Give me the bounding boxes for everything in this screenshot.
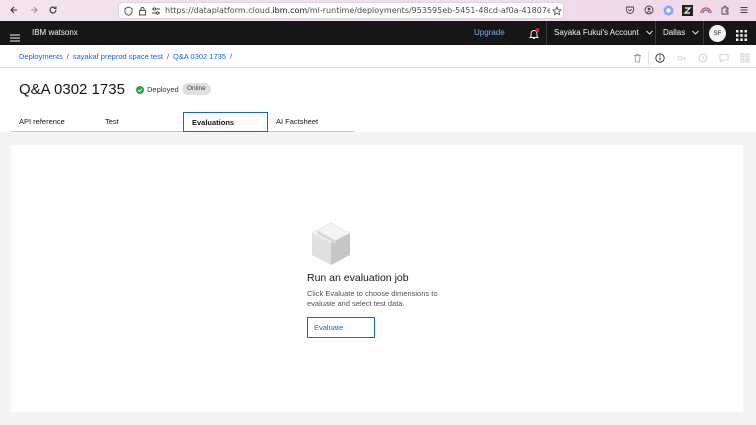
browser-menu-icon[interactable]: [738, 4, 750, 16]
info-icon[interactable]: [655, 53, 665, 63]
permissions-icon[interactable]: [150, 5, 162, 17]
breadcrumb-space[interactable]: sayakaf preprod space test: [73, 52, 163, 61]
extension-circle-icon[interactable]: [662, 4, 674, 16]
header-divider: [655, 21, 656, 45]
tab-label: Test: [105, 117, 119, 126]
breadcrumb-deployments[interactable]: Deployments: [19, 52, 63, 61]
breadcrumb-separator: /: [66, 52, 69, 61]
url-text: https://dataplatform.cloud.ibm.com/ml-ru…: [165, 6, 550, 15]
pocket-icon[interactable]: [624, 4, 636, 16]
extension-rainbow-icon[interactable]: [700, 4, 712, 16]
history-icon[interactable]: [698, 53, 708, 63]
url-bar[interactable]: https://dataplatform.cloud.ibm.com/ml-ru…: [118, 2, 564, 19]
comment-icon[interactable]: [719, 53, 729, 63]
tab-label: API reference: [19, 117, 65, 126]
deployment-status-label: Deployed: [147, 85, 179, 94]
breadcrumb: Deployments / sayakaf preprod space test / Q…: [19, 52, 236, 61]
lock-icon[interactable]: [136, 5, 148, 17]
browser-toolbar: https://dataplatform.cloud.ibm.com/ml-ru…: [0, 0, 756, 21]
region-name: Dallas: [663, 28, 686, 37]
region-selector[interactable]: Dallas: [663, 28, 700, 37]
chevron-down-icon: [692, 31, 700, 36]
forward-icon[interactable]: [26, 2, 42, 18]
breadcrumb-separator: /: [166, 52, 170, 61]
account-icon[interactable]: [643, 4, 655, 16]
app-header: IBM watsonx Upgrade Sayaka Fukui's Accou…: [0, 21, 756, 45]
evaluate-button[interactable]: Evaluate: [307, 317, 375, 338]
header-divider: [546, 21, 547, 45]
status-badge: Online: [182, 83, 211, 95]
tab-api-reference[interactable]: API reference: [11, 112, 97, 132]
box-illustration-icon: [307, 220, 355, 268]
header-divider: [703, 21, 704, 45]
avatar[interactable]: SF: [709, 25, 726, 42]
empty-state-title: Run an evaluation job: [307, 272, 409, 284]
evaluations-panel: Run an evaluation job Click Evaluate to …: [11, 145, 743, 412]
hamburger-menu-icon[interactable]: [10, 29, 20, 42]
breadcrumb-deployment[interactable]: Q&A 0302 1735: [173, 52, 226, 61]
tab-list: API reference Test Evaluations AI Factsh…: [11, 112, 354, 132]
empty-state-description: Click Evaluate to choose dimensions to e…: [307, 289, 438, 308]
checkmark-icon: [136, 85, 144, 94]
notification-bell-icon[interactable]: [528, 27, 540, 39]
extensions-puzzle-icon[interactable]: [719, 4, 731, 16]
share-icon[interactable]: [740, 53, 750, 63]
breadcrumb-separator: /: [230, 52, 233, 61]
zotero-icon[interactable]: [681, 4, 693, 16]
app-switcher-icon[interactable]: [736, 28, 747, 41]
brand-name[interactable]: IBM watsonx: [32, 28, 78, 37]
tab-test[interactable]: Test: [97, 112, 183, 132]
bookmark-star-icon[interactable]: [551, 5, 563, 17]
tab-label: Evaluations: [192, 118, 235, 127]
deployment-status: Deployed: [136, 85, 179, 94]
page-header: Deployments / sayakaf preprod space test / Q…: [0, 45, 756, 132]
account-switcher[interactable]: Sayaka Fukui's Account: [554, 28, 653, 37]
tab-ai-factsheet[interactable]: AI Factsheet: [268, 112, 354, 132]
header-divider-line: [0, 67, 756, 68]
shield-icon[interactable]: [122, 5, 134, 17]
back-icon[interactable]: [6, 2, 22, 18]
delete-icon[interactable]: [632, 53, 642, 63]
page-title: Q&A 0302 1735: [19, 81, 125, 98]
upgrade-link[interactable]: Upgrade: [474, 28, 505, 37]
tab-label: AI Factsheet: [276, 117, 319, 126]
account-name: Sayaka Fukui's Account: [554, 28, 639, 37]
api-key-icon[interactable]: [677, 53, 687, 63]
reload-icon[interactable]: [45, 2, 61, 18]
chevron-down-icon: [646, 31, 653, 36]
toolbar-divider: [648, 51, 649, 65]
tab-evaluations[interactable]: Evaluations: [183, 112, 268, 132]
